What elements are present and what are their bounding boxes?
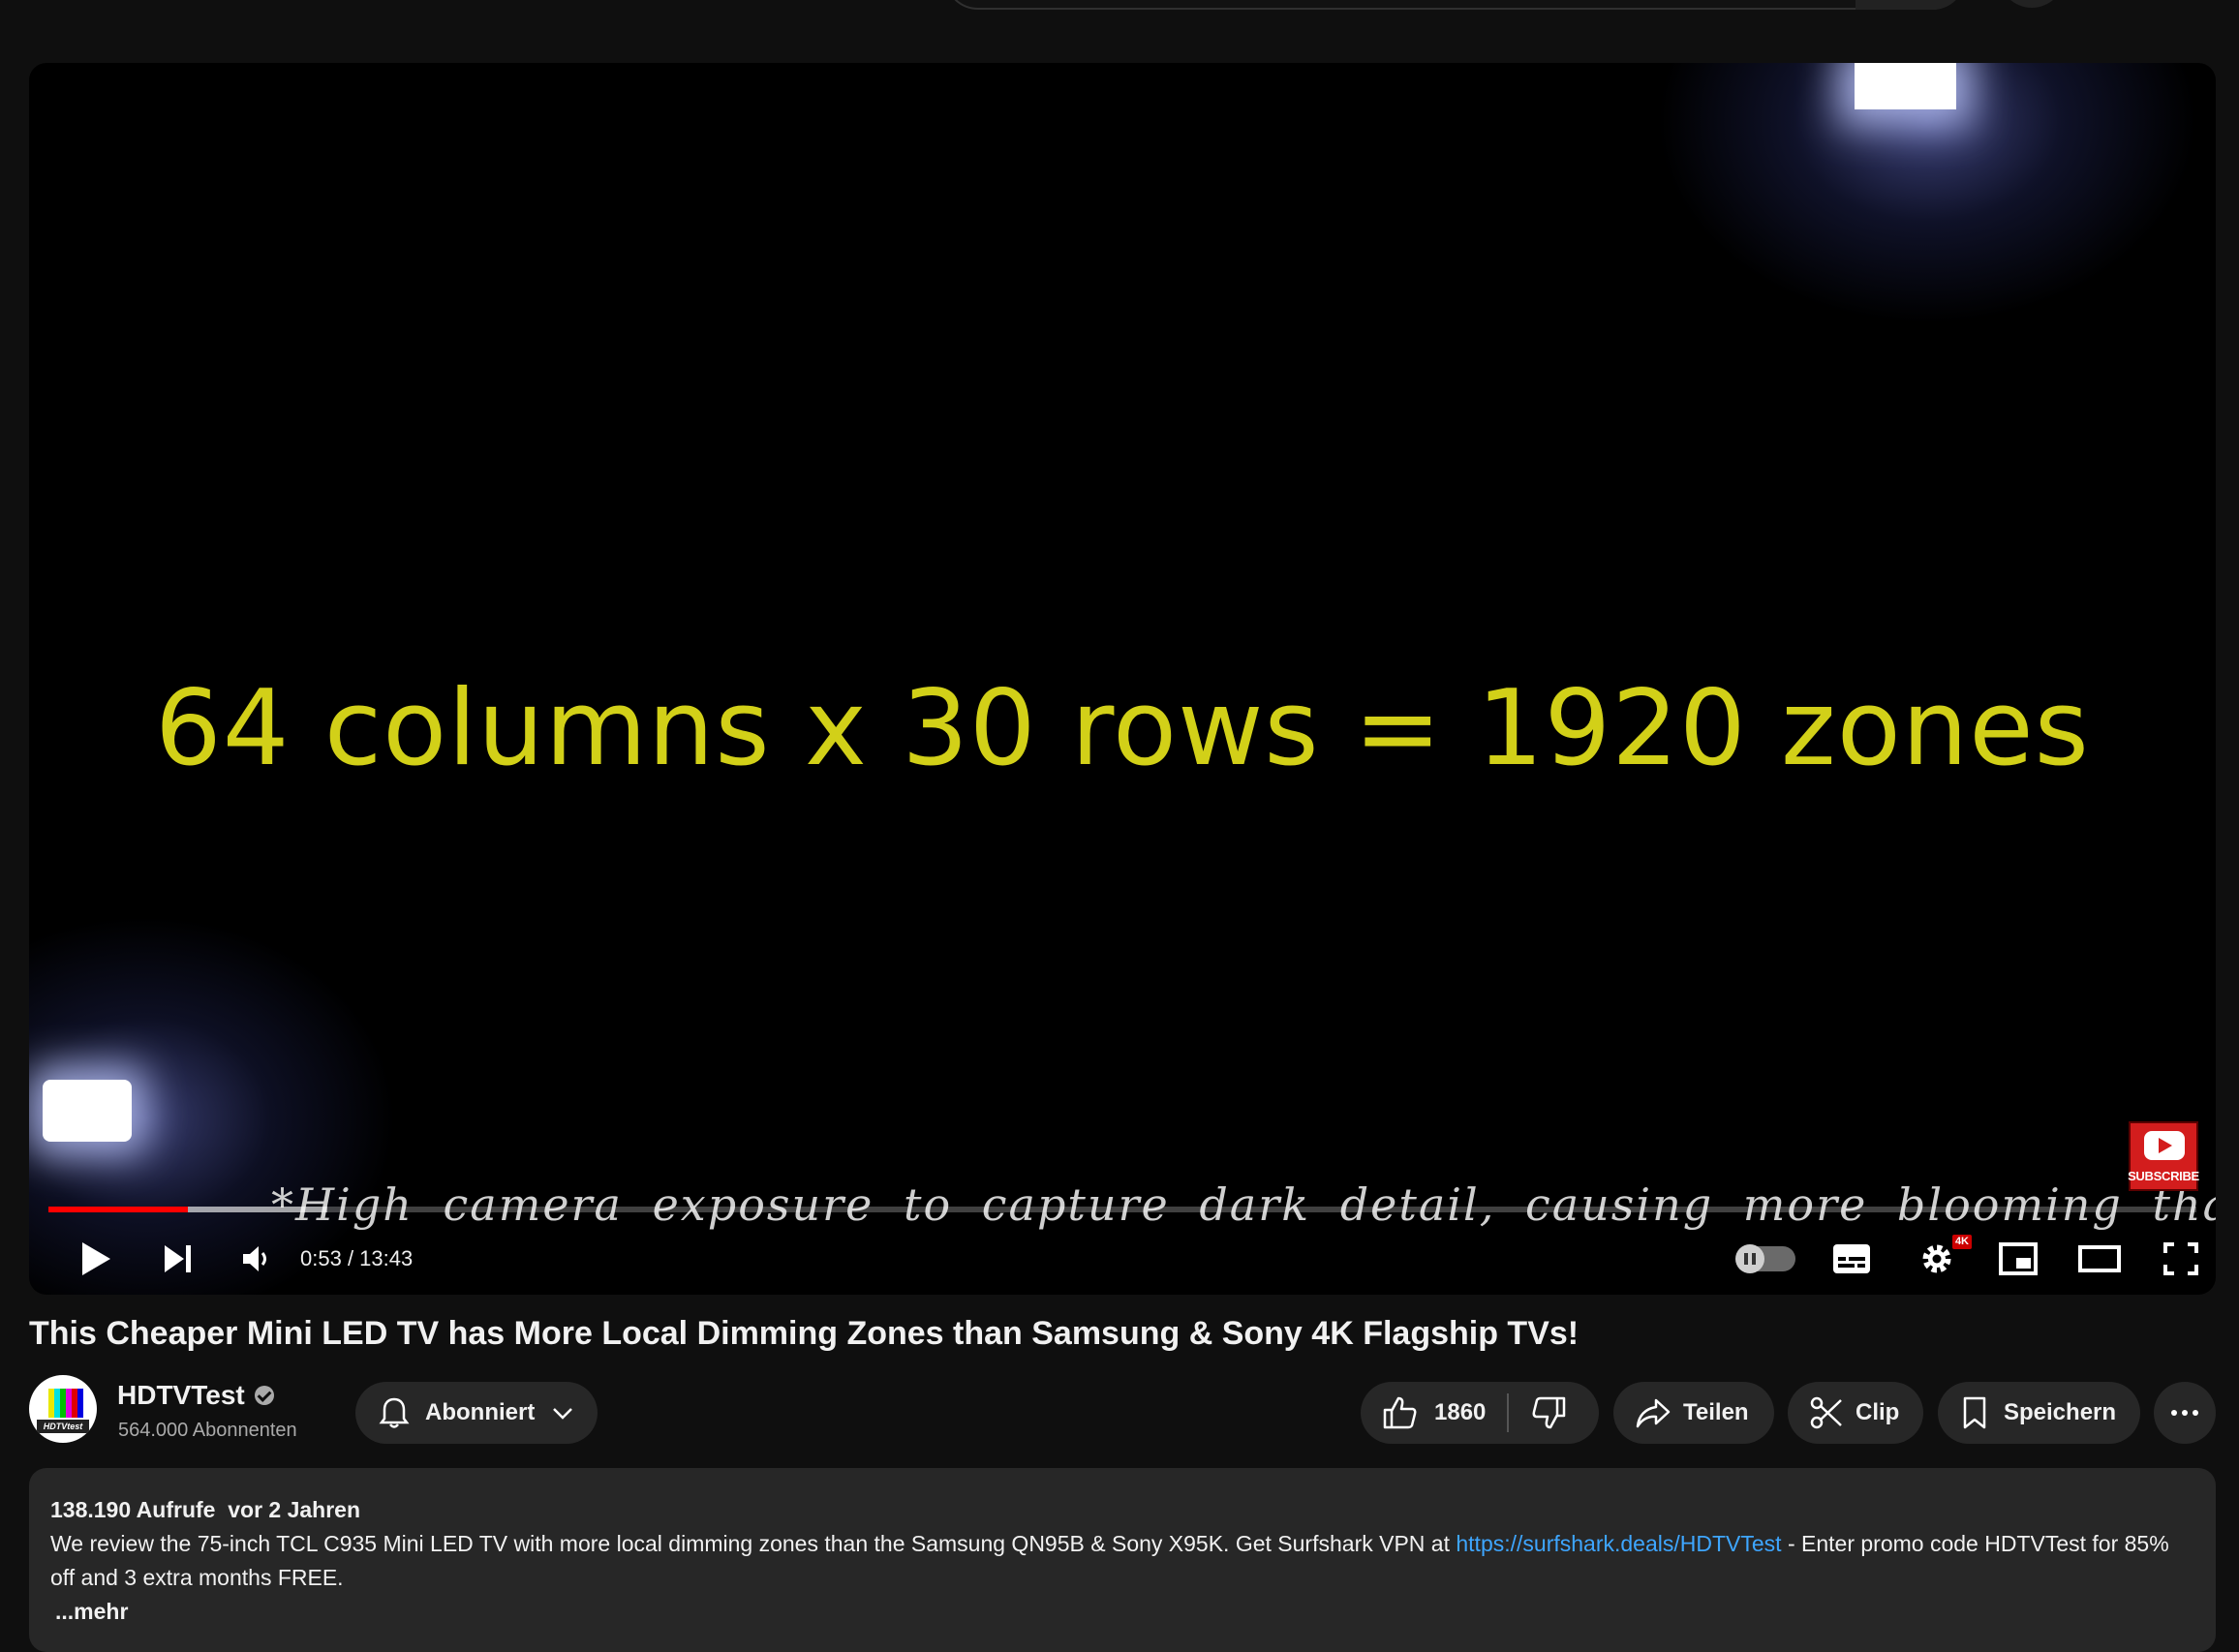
description-link[interactable]: https://surfshark.deals/HDTVTest [1456,1531,1781,1556]
description-meta: 138.190 Aufrufe vor 2 Jahren [50,1493,2194,1527]
share-icon [1636,1398,1671,1428]
miniplayer-button[interactable] [1989,1225,2047,1293]
bookmark-icon [1963,1396,1986,1429]
subscribed-button[interactable]: Abonniert [355,1382,598,1444]
play-icon [82,1242,110,1275]
play-button[interactable] [68,1225,124,1293]
subtitles-icon [1833,1244,1870,1273]
video-title: This Cheaper Mini LED TV has More Local … [29,1315,1580,1352]
player-controls: 0:53 / 13:43 4K [29,1225,2216,1293]
pause-icon [1735,1244,1764,1273]
theater-mode-icon [2078,1245,2121,1272]
quality-badge: 4K [1951,1235,1972,1249]
bell-icon [379,1397,410,1428]
thumbs-up-icon [1383,1396,1417,1429]
next-icon [165,1245,191,1272]
theater-mode-button[interactable] [2070,1225,2129,1293]
avatar-color-bar [77,1389,83,1418]
video-duration: 13:43 [359,1246,414,1270]
clip-label: Clip [1856,1399,1900,1425]
miniplayer-icon [1999,1242,2038,1275]
youtube-logo-icon [2144,1131,2185,1160]
search-button[interactable] [1856,0,1966,10]
next-button[interactable] [150,1225,206,1293]
time-separator: / [341,1246,360,1270]
share-button[interactable]: Teilen [1613,1382,1774,1444]
search-input[interactable] [944,0,1966,10]
video-player[interactable]: 64 columns x 30 rows = 1920 zones *High … [29,63,2216,1295]
subscribed-label: Abonniert [425,1399,536,1425]
voice-search-button[interactable] [1999,0,2065,8]
avatar[interactable]: HDTVtest [29,1375,97,1443]
like-button[interactable]: 1860 [1382,1395,1486,1430]
like-divider [1507,1393,1510,1432]
subtitles-button[interactable] [1823,1225,1881,1293]
dislike-button[interactable] [1530,1395,1567,1430]
video-frame-light [43,1080,132,1142]
view-count: 138.190 Aufrufe [50,1497,216,1522]
video-overlay-text: 64 columns x 30 rows = 1920 zones [155,668,2090,789]
fullscreen-button[interactable] [2152,1225,2210,1293]
save-button[interactable]: Speichern [1938,1382,2140,1444]
volume-icon [243,1246,266,1271]
description-box[interactable]: 138.190 Aufrufe vor 2 Jahren We review t… [29,1468,2216,1652]
avatar-logo [43,1389,83,1418]
more-horizontal-icon [2171,1410,2198,1416]
channel-name[interactable]: HDTVTest [117,1380,274,1411]
verified-icon [254,1386,274,1405]
settings-icon [1922,1244,1951,1273]
save-label: Speichern [2004,1399,2117,1425]
thumbs-down-icon [1532,1396,1566,1429]
progress-played [48,1207,189,1212]
fullscreen-icon [2163,1242,2198,1275]
show-more-button[interactable]: ...mehr [55,1595,2194,1629]
progress-bar[interactable] [48,1207,2196,1212]
chevron-down-icon [553,1408,573,1420]
more-actions-button[interactable] [2154,1382,2216,1444]
like-dislike-group: 1860 [1361,1382,1599,1444]
scissors-icon [1810,1396,1842,1429]
subscribe-watermark[interactable]: SUBSCRIBE [2128,1121,2199,1191]
subscriber-count: 564.000 Abonnenten [118,1420,297,1441]
time-display: 0:53 / 13:43 [300,1225,413,1293]
watermark-label: SUBSCRIBE [2128,1169,2199,1183]
autoplay-toggle[interactable] [1735,1244,1795,1273]
like-count: 1860 [1434,1399,1487,1425]
share-label: Teilen [1683,1399,1749,1425]
video-frame-light [1855,63,1956,109]
description-text: We review the 75-inch TCL C935 Mini LED … [50,1527,2194,1595]
settings-button[interactable]: 4K [1908,1225,1972,1293]
description-text-part: We review the 75-inch TCL C935 Mini LED … [50,1531,1457,1556]
video-caption-text: *High camera exposure to capture dark de… [271,1178,2216,1231]
clip-button[interactable]: Clip [1788,1382,1923,1444]
upload-date: vor 2 Jahren [228,1497,361,1522]
avatar-logo-label: HDTVtest [37,1420,89,1433]
current-time: 0:53 [300,1246,342,1270]
channel-name-text: HDTVTest [117,1380,245,1410]
mute-button[interactable] [228,1225,284,1293]
